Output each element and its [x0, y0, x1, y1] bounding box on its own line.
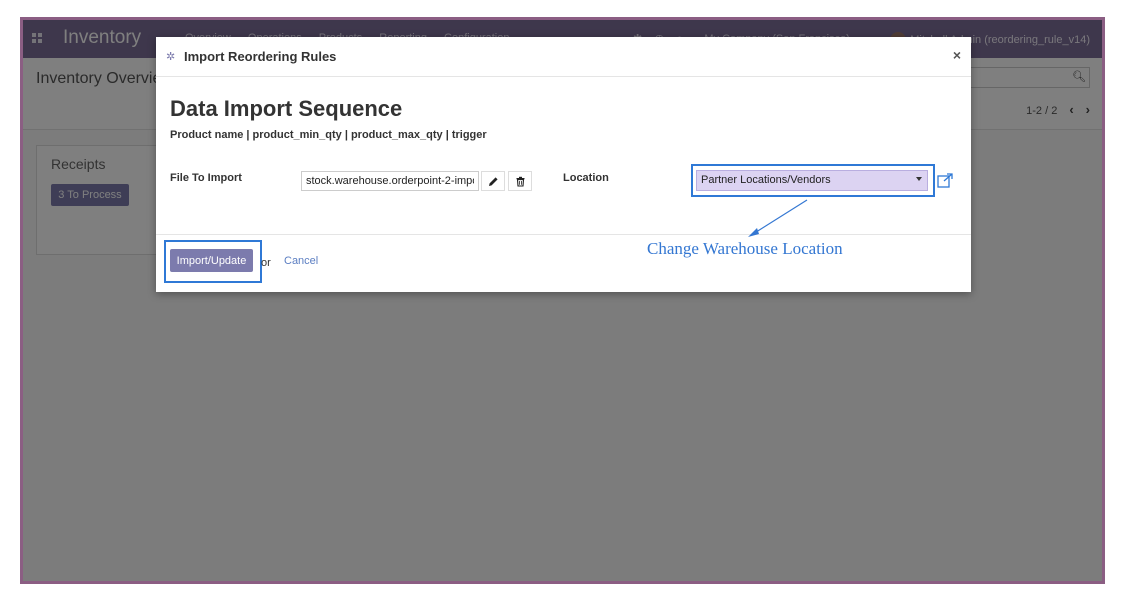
dialog-footer: Import/Update or Cancel [156, 234, 971, 293]
trash-icon [516, 176, 525, 187]
close-icon[interactable]: × [953, 47, 961, 63]
or-text: or [261, 257, 271, 269]
annotation-text: Change Warehouse Location [647, 239, 843, 258]
external-link-icon[interactable] [937, 173, 954, 188]
pencil-icon [489, 177, 498, 186]
location-select[interactable]: Partner Locations/Vendors [696, 170, 928, 191]
import-update-button[interactable]: Import/Update [170, 249, 253, 272]
location-value: Partner Locations/Vendors [701, 174, 831, 186]
location-label: Location [563, 172, 609, 184]
sequence-title: Data Import Sequence [170, 96, 403, 121]
import-dialog: ✲ Import Reordering Rules × Data Import … [156, 37, 971, 292]
sequence-fields: Product name | product_min_qty | product… [170, 129, 487, 141]
file-to-import-label: File To Import [170, 172, 242, 184]
dialog-header: ✲ Import Reordering Rules × [156, 37, 971, 77]
bug-icon: ✲ [166, 51, 176, 63]
dialog-title: Import Reordering Rules [184, 49, 337, 64]
delete-file-button[interactable] [508, 171, 532, 191]
file-input[interactable] [301, 171, 479, 191]
caret-down-icon [916, 177, 922, 181]
cancel-link[interactable]: Cancel [284, 255, 318, 267]
edit-file-button[interactable] [481, 171, 505, 191]
